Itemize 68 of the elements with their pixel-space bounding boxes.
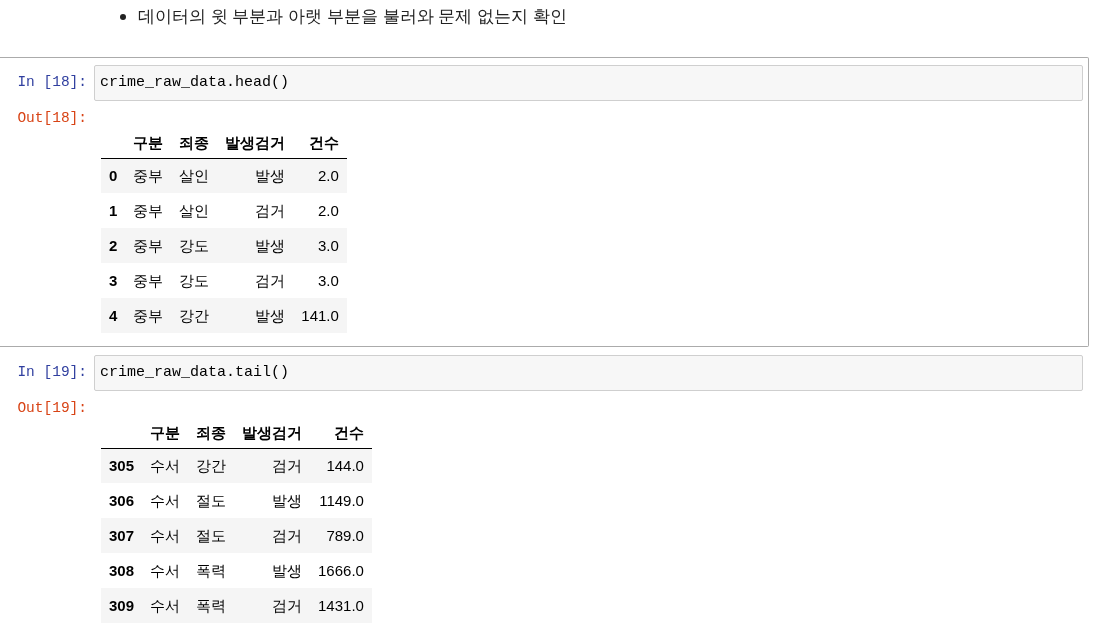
row-index: 307 (109, 527, 135, 544)
table-cell: 144.0 (326, 457, 364, 475)
code-input[interactable]: crime_raw_data.head() (94, 65, 1083, 101)
table-cell: 강간 (196, 457, 227, 475)
table-cell: 141.0 (301, 307, 339, 324)
table-cell: 중부 (133, 202, 164, 219)
column-header: 발생검거 (242, 424, 303, 442)
column-header: 발생검거 (225, 134, 286, 152)
table-cell: 검거 (272, 597, 303, 614)
table-cell: 발생 (255, 237, 286, 254)
row-index: 306 (109, 492, 135, 509)
code-input[interactable]: crime_raw_data.tail() (94, 355, 1083, 391)
table-cell: 절도 (196, 527, 227, 544)
table-cell: 중부 (133, 272, 164, 289)
table-cell: 폭력 (196, 562, 227, 579)
row-index: 2 (109, 237, 118, 254)
table-cell: 수서 (150, 457, 181, 475)
table-cell: 강간 (179, 307, 210, 324)
table-cell: 발생 (272, 492, 303, 509)
row-index: 309 (109, 597, 135, 614)
table-cell: 1431.0 (318, 597, 364, 614)
row-index: 1 (109, 202, 118, 219)
table-cell: 검거 (255, 272, 286, 289)
row-index: 308 (109, 562, 135, 579)
table-cell: 중부 (133, 167, 164, 185)
table-cell: 1666.0 (318, 562, 364, 579)
column-header: 죄종 (179, 134, 210, 152)
column-header: 구분 (133, 134, 164, 152)
table-cell: 발생 (255, 167, 286, 185)
table-cell: 발생 (255, 307, 286, 324)
table-cell: 중부 (133, 307, 164, 324)
table-cell: 폭력 (196, 597, 227, 614)
table-cell: 검거 (255, 202, 286, 219)
table-cell: 수서 (150, 492, 181, 509)
table-cell: 789.0 (326, 527, 364, 544)
table-cell: 검거 (272, 527, 303, 544)
table-cell: 수서 (150, 597, 181, 614)
row-index: 3 (109, 272, 118, 289)
table-cell: 발생 (272, 562, 303, 579)
column-header: 구분 (150, 424, 181, 442)
input-prompt: In [18]: (17, 73, 87, 93)
input-prompt: In [19]: (17, 363, 87, 383)
table-cell: 중부 (133, 237, 164, 254)
column-header: 건수 (333, 424, 364, 442)
table-cell: 3.0 (318, 272, 339, 289)
row-index: 305 (109, 457, 135, 475)
notebook-cell[interactable]: In [18]: crime_raw_data.head() Out[18]: 구분 죄종 발생검거 건수 0 중부 살인 발생 2.0 1 중부 살인 검거 2.0 2 중부 강도 발생 3.0 3 중부 강도 검거 3.0 4 중부 강간 발생 141.0 (0, 57, 1089, 347)
column-header: 죄종 (196, 424, 227, 442)
table-cell: 2.0 (318, 202, 339, 219)
table-cell: 강도 (179, 272, 210, 289)
row-index: 0 (109, 167, 118, 185)
table-cell: 강도 (179, 237, 210, 254)
bullet-icon (120, 14, 126, 20)
table-cell: 살인 (179, 167, 210, 185)
markdown-text: 데이터의 윗 부분과 아랫 부분을 불러와 문제 없는지 확인 (138, 6, 567, 28)
output-prompt: Out[19]: (17, 399, 87, 418)
table-cell: 1149.0 (319, 492, 364, 509)
table-cell: 수서 (150, 527, 181, 544)
output-prompt: Out[18]: (17, 109, 87, 128)
row-index: 4 (109, 307, 118, 324)
table-cell: 수서 (150, 562, 181, 579)
column-header: 건수 (308, 134, 339, 152)
table-cell: 살인 (179, 202, 210, 219)
table-cell: 검거 (272, 457, 303, 475)
table-cell: 2.0 (318, 167, 339, 185)
table-cell: 3.0 (318, 237, 339, 254)
table-cell: 절도 (196, 492, 227, 509)
notebook-cell[interactable]: In [19]: crime_raw_data.tail() Out[19]: 구분 죄종 발생검거 건수 305 수서 강간 검거 144.0 306 수서 절도 발생 1149.0 307 수서 절도 검거 789.0 308 수서 폭력 발생 1666.0 309 수서 폭력 검거 1431.0 (0, 347, 1089, 636)
